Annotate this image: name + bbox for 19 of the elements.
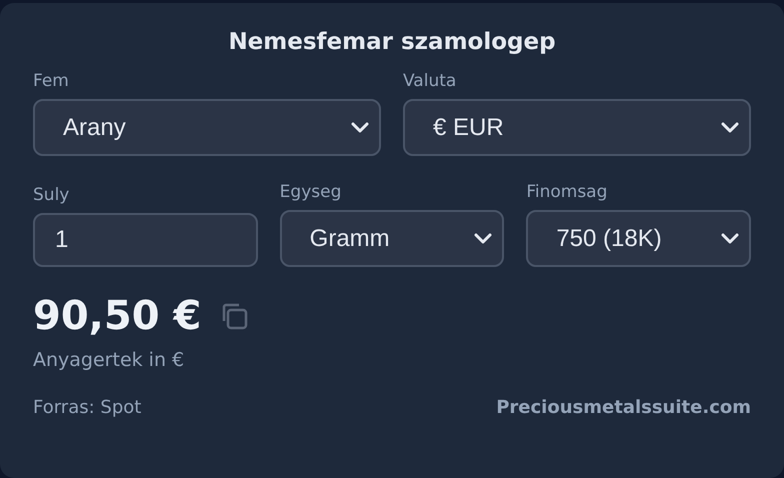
- card-title: Nemesfemar szamologep: [227, 29, 557, 55]
- field-label: Valuta: [403, 71, 458, 91]
- field-label: Finomsag: [526, 182, 608, 202]
- chevron-icon: [474, 232, 492, 244]
- select-field[interactable]: Arany: [33, 99, 381, 156]
- field-label: Egyseg: [280, 182, 342, 202]
- result-caption: Anyagertek in €: [33, 349, 186, 371]
- input-field[interactable]: 1: [33, 213, 258, 267]
- site-link[interactable]: Preciousmetalssuite.com: [496, 397, 751, 418]
- select-field[interactable]: Gramm: [280, 210, 504, 267]
- result-value: 90,50 €: [33, 293, 202, 339]
- field-label: Suly: [33, 185, 70, 205]
- source-text: Forras: Spot: [33, 397, 142, 418]
- chevron-icon: [721, 232, 739, 244]
- field-label: Fem: [33, 71, 70, 91]
- select-field[interactable]: € EUR: [403, 99, 751, 156]
- chevron-icon: [721, 122, 739, 134]
- select-field[interactable]: 750 (18K): [526, 210, 751, 267]
- chevron-icon: [351, 122, 369, 134]
